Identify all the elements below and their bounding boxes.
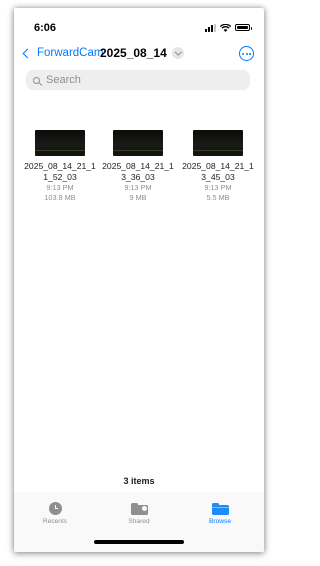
search-bar[interactable]	[26, 70, 250, 90]
file-item[interactable]: 2025_08_14_21_13_45_03 9:13 PM 5.5 MB	[180, 130, 256, 203]
file-name: 2025_08_14_21_13_36_03	[102, 161, 174, 182]
chevron-left-icon	[22, 48, 33, 58]
status-time: 6:06	[34, 22, 57, 34]
home-indicator	[94, 540, 184, 544]
file-time: 9:13 PM	[46, 183, 74, 192]
search-icon	[33, 76, 40, 84]
search-input[interactable]	[46, 74, 226, 86]
back-button-label: ForwardCam	[37, 47, 104, 59]
more-options-button[interactable]	[239, 46, 254, 61]
tab-browse[interactable]: Browse	[190, 502, 250, 525]
battery-icon	[235, 24, 252, 31]
file-item[interactable]: 2025_08_14_21_11_52_03 9:13 PM 103.8 MB	[22, 130, 98, 203]
file-time: 9:13 PM	[124, 183, 152, 192]
cellular-signal-icon	[205, 23, 216, 32]
status-icons	[205, 22, 252, 33]
navigation-bar: ForwardCam 2025_08_14	[14, 46, 264, 66]
ellipsis-icon-dot	[245, 52, 248, 55]
chevron-down-icon	[171, 47, 184, 59]
wifi-icon	[220, 23, 231, 32]
page-title: 2025_08_14	[100, 46, 167, 60]
video-thumbnail	[113, 130, 163, 156]
video-thumbnail	[35, 130, 85, 156]
back-button[interactable]: ForwardCam	[22, 47, 103, 59]
tab-label: Recents	[42, 518, 68, 525]
tab-shared[interactable]: Shared	[109, 502, 169, 525]
tab-recents[interactable]: Recents	[25, 502, 85, 525]
shared-folder-icon	[130, 503, 148, 515]
video-thumbnail	[193, 130, 243, 156]
files-app-screen: 6:06 ForwardCam 2025_08_14 Search 2025_0…	[14, 8, 264, 552]
ellipsis-icon-dot	[249, 52, 251, 55]
file-name: 2025_08_14_21_11_52_03	[24, 161, 96, 182]
folder-icon	[211, 503, 229, 515]
ellipsis-icon-dot	[242, 52, 244, 55]
file-name: 2025_08_14_21_13_45_03	[182, 161, 254, 182]
file-time: 9:13 PM	[204, 183, 232, 192]
file-size: 9 MB	[129, 193, 147, 202]
items-count: 3 items	[123, 476, 155, 486]
clock-icon	[48, 502, 62, 515]
folder-title-menu[interactable]: 2025_08_14	[100, 46, 184, 60]
file-size: 5.5 MB	[206, 193, 230, 202]
file-item[interactable]: 2025_08_14_21_13_36_03 9:13 PM 9 MB	[100, 130, 176, 203]
tab-label: Shared	[128, 518, 150, 525]
tab-label: Browse	[209, 518, 231, 525]
file-size: 103.8 MB	[44, 193, 76, 202]
